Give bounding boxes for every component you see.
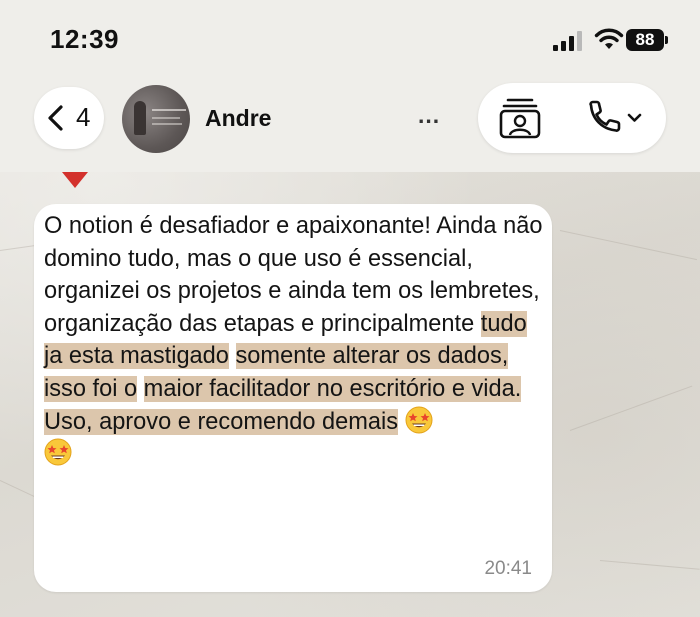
avatar-logo-line [152, 109, 186, 111]
wifi-icon [594, 28, 624, 49]
avatar-figure [134, 101, 146, 135]
message-highlight: maior facilitador no escritório e vida. [143, 375, 522, 402]
message-timestamp: 20:41 [484, 558, 532, 579]
battery-level: 88 [626, 29, 664, 51]
heart-reaction-icon[interactable] [60, 172, 90, 190]
avatar-logo-line [152, 123, 182, 125]
contact-card-icon[interactable] [498, 97, 542, 139]
status-time: 12:39 [50, 24, 119, 54]
unread-count: 4 [76, 102, 91, 132]
contact-name-ellipsis: ... [418, 102, 441, 128]
chevron-left-icon [48, 105, 63, 131]
header-actions [478, 83, 666, 153]
cellular-signal-icon [553, 31, 582, 51]
star-struck-emoji-icon [44, 438, 72, 466]
chat-header: 4 Andre ... [0, 80, 700, 172]
avatar-logo-line [152, 117, 180, 119]
battery-indicator: 88 [626, 29, 670, 53]
battery-tip [665, 36, 668, 44]
message-highlight: Uso, aprovo e recomendo demais [44, 408, 399, 435]
contact-avatar[interactable] [122, 85, 190, 153]
phone-icon[interactable] [582, 97, 648, 139]
contact-name[interactable]: Andre [205, 105, 271, 132]
back-button[interactable]: 4 [34, 87, 104, 149]
message-bubble[interactable]: O notion é desafiador e apaixonante! Ain… [34, 204, 552, 592]
message-text-plain: O notion é desafiador e apaixonante! Ain… [44, 213, 543, 337]
status-bar: 12:39 88 [0, 0, 700, 80]
message-text: O notion é desafiador e apaixonante! Ain… [44, 210, 544, 471]
star-struck-emoji-icon [405, 406, 433, 434]
